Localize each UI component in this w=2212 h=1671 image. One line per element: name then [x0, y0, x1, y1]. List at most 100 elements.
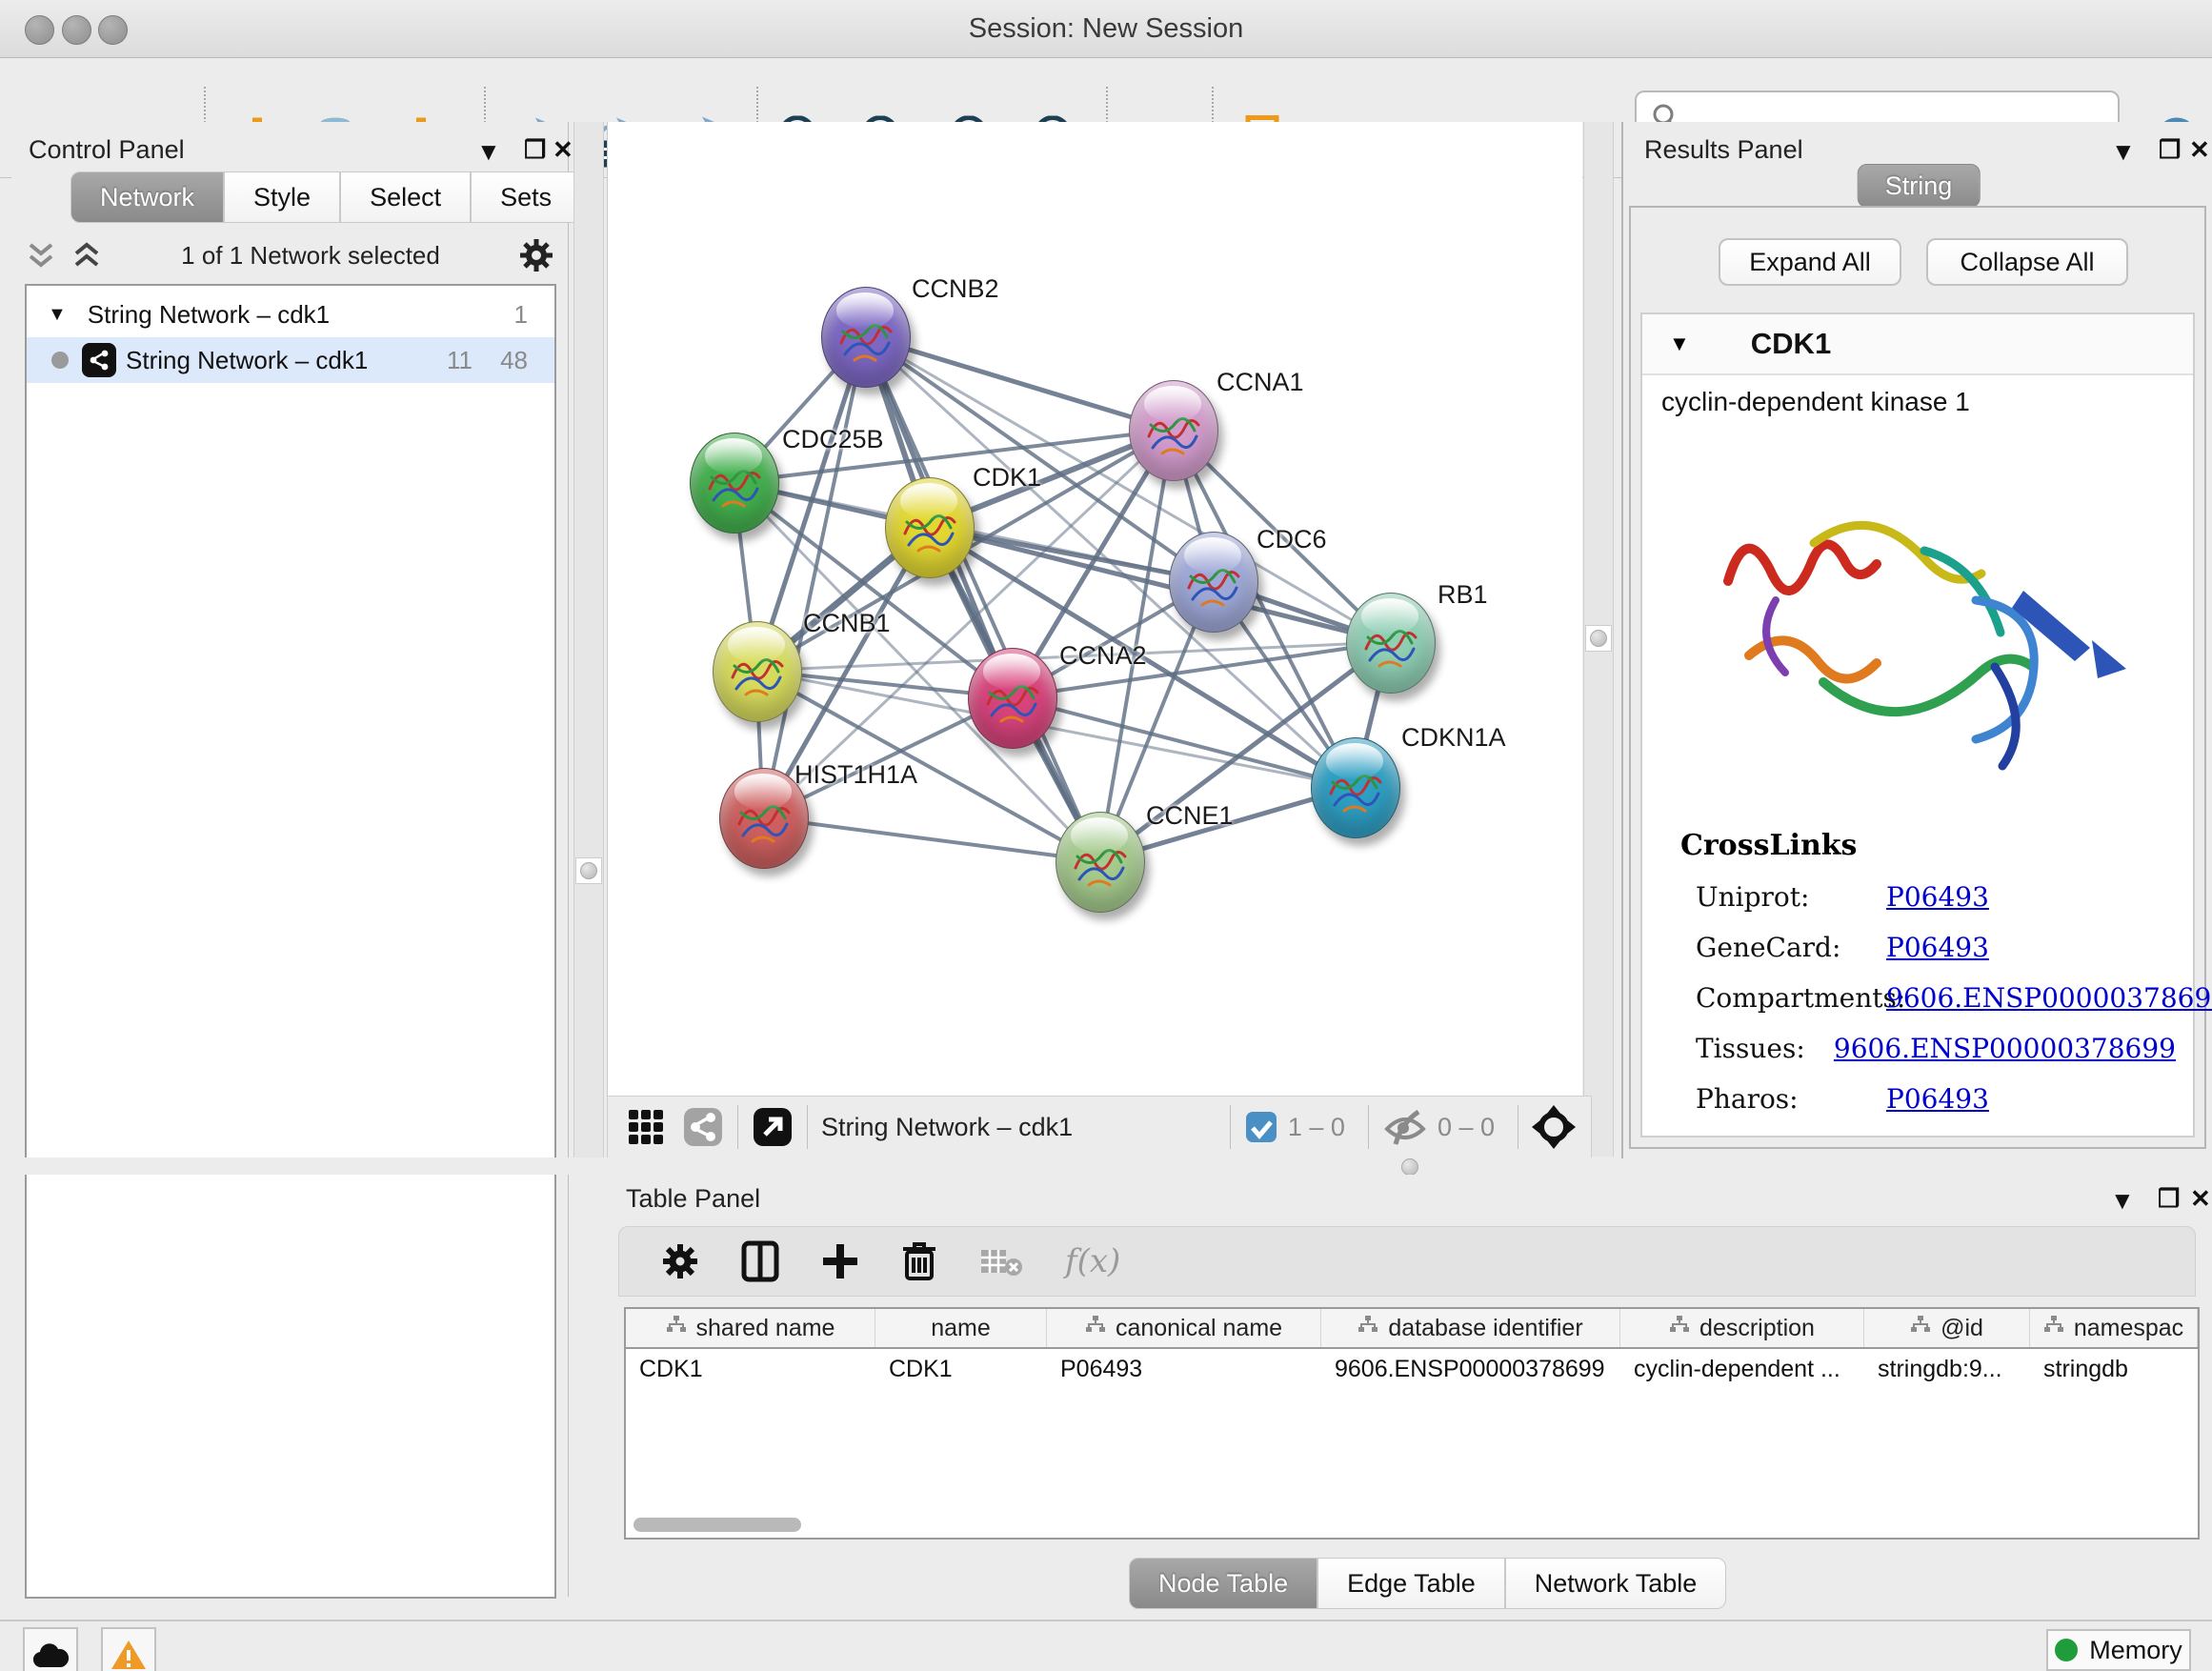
protein-description: cyclin-dependent kinase 1 — [1661, 387, 1970, 417]
table-horizontal-scrollbar[interactable] — [633, 1518, 801, 1532]
protein-node-ccnb2[interactable] — [821, 287, 911, 388]
panel-menu-icon[interactable]: ▼ — [2110, 1186, 2135, 1216]
table-cell[interactable]: CDK1 — [626, 1349, 875, 1389]
crosslink-link[interactable]: P06493 — [1886, 1083, 1989, 1115]
table-cell[interactable]: 9606.ENSP00000378699 — [1321, 1349, 1620, 1389]
network-edge[interactable] — [865, 336, 1173, 430]
cloud-status-button[interactable] — [23, 1627, 78, 1671]
column-header--id[interactable]: @id — [1864, 1309, 2030, 1347]
tab-string[interactable]: String — [1858, 164, 1981, 208]
tab-select[interactable]: Select — [340, 171, 471, 223]
tab-sets[interactable]: Sets — [471, 171, 581, 223]
network-view-icon[interactable] — [682, 1106, 724, 1148]
network-options-gear-icon[interactable] — [518, 237, 554, 273]
tab-node-table[interactable]: Node Table — [1129, 1558, 1317, 1609]
column-header-shared-name[interactable]: shared name — [626, 1309, 875, 1347]
tab-network[interactable]: Network — [70, 171, 224, 223]
tab-style[interactable]: Style — [224, 171, 340, 223]
panel-float-icon[interactable]: ❒ — [2158, 1184, 2180, 1214]
protein-node-cdc6[interactable] — [1169, 532, 1258, 633]
node-table[interactable]: shared name namecanonical name database id… — [624, 1307, 2200, 1540]
crosslink-link[interactable]: P06493 — [1886, 881, 1989, 913]
network-edge[interactable] — [763, 817, 1099, 861]
protein-node-ccna2[interactable] — [968, 648, 1057, 749]
crosslink-link[interactable]: 9606.ENSP00000378699 — [1834, 1033, 2176, 1064]
delete-column-icon[interactable] — [901, 1240, 937, 1282]
warnings-button[interactable] — [101, 1627, 156, 1671]
protein-card: ▼ CDK1 cyclin-dependent kinase 1 — [1640, 312, 2195, 1137]
node-gloss — [983, 654, 1041, 689]
column-header-description[interactable]: description — [1620, 1309, 1864, 1347]
panel-close-icon[interactable]: ✕ — [553, 135, 573, 165]
column-header-name[interactable]: name — [875, 1309, 1047, 1347]
hidden-eye-icon[interactable] — [1382, 1108, 1428, 1146]
panel-float-icon[interactable]: ❒ — [2159, 135, 2181, 165]
horizontal-splitter[interactable] — [0, 1158, 2212, 1175]
table-cell[interactable]: cyclin-dependent ... — [1620, 1349, 1864, 1389]
collapse-all-button[interactable]: Collapse All — [1926, 238, 2128, 286]
memory-button[interactable]: Memory — [2046, 1629, 2191, 1671]
tab-edge-table[interactable]: Edge Table — [1317, 1558, 1505, 1609]
protein-node-ccnb1[interactable] — [713, 621, 802, 722]
open-in-new-window-icon[interactable] — [752, 1106, 794, 1148]
protein-node-cdc25b[interactable] — [690, 433, 779, 534]
results-panel-title: Results Panel — [1644, 135, 1803, 165]
splitter-handle-icon[interactable] — [580, 862, 597, 879]
node-label: CDKN1A — [1401, 723, 1506, 753]
table-cell[interactable]: P06493 — [1047, 1349, 1321, 1389]
column-label: database identifier — [1388, 1315, 1582, 1342]
network-edge[interactable] — [763, 336, 865, 817]
left-splitter[interactable] — [573, 122, 604, 1158]
panel-close-icon[interactable]: ✕ — [2189, 135, 2210, 165]
node-label: CDC6 — [1257, 525, 1327, 554]
expand-all-button[interactable]: Expand All — [1719, 238, 1901, 286]
create-column-icon[interactable] — [821, 1242, 859, 1280]
column-header-namespac[interactable]: namespac — [2030, 1309, 2198, 1347]
show-columns-icon[interactable] — [741, 1240, 779, 1282]
table-cell[interactable]: CDK1 — [875, 1349, 1047, 1389]
protein-node-rb1[interactable] — [1346, 593, 1436, 694]
protein-node-cdkn1a[interactable] — [1311, 737, 1400, 838]
collection-expand-icon[interactable]: ▼ — [48, 304, 67, 326]
right-splitter[interactable] — [1583, 122, 1614, 1157]
panel-close-icon[interactable]: ✕ — [2190, 1184, 2211, 1214]
splitter-handle-icon[interactable] — [1401, 1158, 1418, 1176]
node-label: CCNB2 — [912, 274, 999, 304]
table-cell[interactable]: stringdb:9... — [1864, 1349, 2030, 1389]
panel-menu-icon[interactable]: ▼ — [476, 137, 501, 167]
panel-float-icon[interactable]: ❒ — [524, 135, 546, 165]
network-row[interactable]: String Network – cdk1 11 48 — [27, 337, 554, 383]
collapse-all-icon[interactable] — [25, 239, 57, 272]
birdseye-navigator-icon[interactable] — [1532, 1105, 1576, 1149]
table-tabs: Node Table Edge Table Network Table — [1129, 1558, 1726, 1609]
protein-node-ccne1[interactable] — [1056, 812, 1145, 913]
collapse-section-icon[interactable]: ▼ — [1669, 332, 1690, 356]
protein-node-cdk1[interactable] — [885, 477, 975, 578]
column-label: shared name — [696, 1315, 835, 1342]
protein-node-ccna1[interactable] — [1129, 380, 1218, 481]
table-cell[interactable]: stringdb — [2030, 1349, 2198, 1389]
grid-view-icon[interactable] — [627, 1108, 665, 1146]
table-row[interactable]: CDK1CDK1P064939606.ENSP00000378699cyclin… — [626, 1349, 2198, 1389]
expand-all-icon[interactable] — [70, 239, 103, 272]
toolbar-divider — [737, 1105, 738, 1149]
splitter-handle-icon[interactable] — [1590, 630, 1607, 647]
node-label: CCNA1 — [1217, 368, 1304, 397]
crosslink-link[interactable]: P06493 — [1886, 932, 1989, 963]
selected-checkbox-icon[interactable] — [1244, 1110, 1278, 1144]
panel-menu-icon[interactable]: ▼ — [2111, 137, 2136, 167]
network-canvas[interactable]: CCNB2CCNA1CDC25BCDK1CDC6RB1CCNB1CCNA2CDK… — [607, 122, 1582, 1096]
toolbar-divider — [1368, 1105, 1369, 1149]
protein-card-header[interactable]: ▼ CDK1 — [1642, 314, 2193, 375]
delete-table-icon[interactable] — [979, 1244, 1023, 1278]
column-type-icon — [1085, 1315, 1106, 1342]
cytoscape-window: Session: New Session — [0, 0, 2212, 1671]
crosslink-link[interactable]: 9606.ENSP00000378699 — [1886, 982, 2212, 1014]
column-header-database-identifier[interactable]: database identifier — [1321, 1309, 1620, 1347]
column-type-icon — [2043, 1315, 2064, 1342]
column-header-canonical-name[interactable]: canonical name — [1047, 1309, 1321, 1347]
network-collection-row[interactable]: ▼ String Network – cdk1 1 — [27, 292, 554, 337]
table-options-gear-icon[interactable] — [661, 1242, 699, 1280]
table-panel: Table Panel ▼ ❒ ✕ f(x) shared namenameca… — [607, 1175, 2212, 1609]
tab-network-table[interactable]: Network Table — [1505, 1558, 1727, 1609]
